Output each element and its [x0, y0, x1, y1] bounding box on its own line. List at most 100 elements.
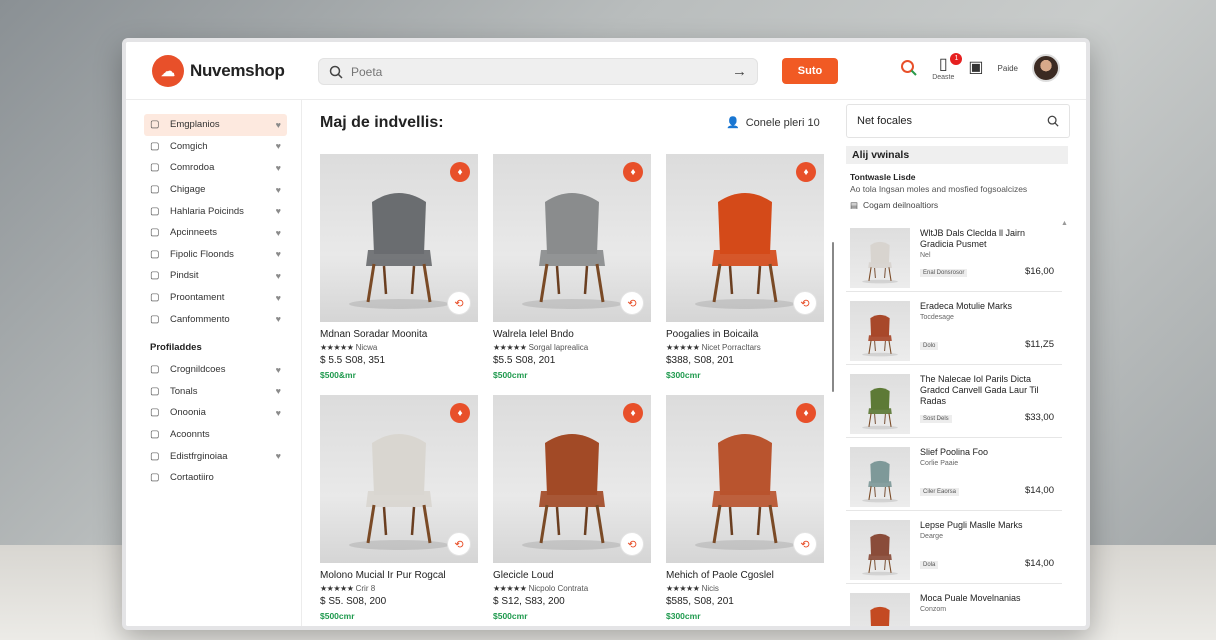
related-product-thumb[interactable] — [850, 520, 910, 580]
related-product[interactable]: Slief Poolina Foo Corlie Paaie Ciler Eao… — [846, 443, 1062, 511]
product-name[interactable]: Mehich of Paole Cgoslel — [666, 570, 824, 581]
search-bar[interactable]: → — [318, 58, 758, 85]
sidebar-item[interactable]: ▢ Onoonia ♥ — [144, 402, 287, 424]
product-card[interactable]: ♦ ⟲ Glecicle Loud ★★★★★ Nicpolo Contrata… — [493, 395, 651, 621]
sort-control[interactable]: 👤 Conele pleri 10 — [726, 116, 820, 130]
related-product-thumb[interactable] — [850, 301, 910, 361]
filter-search[interactable] — [846, 104, 1070, 138]
sidebar-item[interactable]: ▢ Fipolic Floonds ♥ — [144, 244, 287, 266]
sidebar-item[interactable]: ▢ Chigage ♥ — [144, 179, 287, 201]
brand-name: Nuvemshop — [190, 61, 285, 80]
product-image[interactable]: ♦ ⟲ — [320, 395, 478, 563]
related-product-thumb[interactable] — [850, 447, 910, 507]
related-product-thumb[interactable] — [850, 374, 910, 434]
heart-icon[interactable]: ♥ — [276, 141, 281, 151]
filter-search-input[interactable] — [857, 115, 1047, 127]
sidebar-item[interactable]: ▢ Proontament ♥ — [144, 287, 287, 309]
ar-view-icon[interactable]: ⟲ — [447, 291, 471, 315]
related-product[interactable]: The Nalecae Iol Parils Dicta Gradcd Canv… — [846, 370, 1062, 438]
favorite-icon[interactable]: ♦ — [623, 162, 643, 182]
related-product-thumb[interactable] — [850, 593, 910, 626]
heart-icon[interactable]: ♥ — [276, 206, 281, 216]
favorite-icon[interactable]: ♦ — [796, 403, 816, 423]
heart-icon[interactable]: ♥ — [276, 314, 281, 324]
product-image[interactable]: ♦ ⟲ — [320, 154, 478, 322]
heart-icon[interactable]: ♥ — [276, 293, 281, 303]
scroll-up-icon[interactable]: ▲ — [1061, 220, 1068, 227]
heart-icon[interactable]: ♥ — [276, 386, 281, 396]
favorite-icon[interactable]: ♦ — [623, 403, 643, 423]
sidebar-item[interactable]: ▢ Emgplanios ♥ — [144, 114, 287, 136]
product-image[interactable]: ♦ ⟲ — [493, 395, 651, 563]
product-name[interactable]: Molono Mucial Ir Pur Rogcal — [320, 570, 478, 581]
product-card[interactable]: ♦ ⟲ Walrela Ielel Bndo ★★★★★ Sorgal lapr… — [493, 154, 651, 380]
heart-icon[interactable]: ♥ — [276, 249, 281, 259]
right-panel-link[interactable]: ▤ Cogam deilnoaltiors — [850, 200, 938, 211]
arrow-right-icon[interactable]: → — [732, 63, 747, 80]
sidebar-item[interactable]: ▢ Hahlaria Poicinds ♥ — [144, 200, 287, 222]
related-product-title[interactable]: Lepse Pugli Maslle Marks — [920, 520, 1058, 531]
related-product-title[interactable]: The Nalecae Iol Parils Dicta Gradcd Canv… — [920, 374, 1058, 407]
sidebar-item[interactable]: ▢ Comrodoa ♥ — [144, 157, 287, 179]
product-card[interactable]: ♦ ⟲ Poogalies in Boicaila ★★★★★ Nicet Po… — [666, 154, 824, 380]
favorite-icon[interactable]: ♦ — [796, 162, 816, 182]
product-name[interactable]: Glecicle Loud — [493, 570, 651, 581]
header-cta-button[interactable]: Suto — [782, 58, 838, 84]
related-product-title[interactable]: WltJB Dals Cleclda ll Jairn Gradicia Pus… — [920, 228, 1058, 250]
product-image[interactable]: ♦ ⟲ — [493, 154, 651, 322]
heart-icon[interactable]: ♥ — [276, 120, 281, 130]
related-product-thumb[interactable] — [850, 228, 910, 288]
ar-view-icon[interactable]: ⟲ — [793, 291, 817, 315]
cart-action[interactable]: ▣ — [968, 59, 983, 77]
product-name[interactable]: Poogalies in Boicaila — [666, 329, 824, 340]
ar-view-icon[interactable]: ⟲ — [793, 532, 817, 556]
related-product[interactable]: WltJB Dals Cleclda ll Jairn Gradicia Pus… — [846, 224, 1062, 292]
ar-view-icon[interactable]: ⟲ — [620, 291, 644, 315]
heart-icon[interactable]: ♥ — [276, 163, 281, 173]
rating-note: Nicpolo Contrata — [528, 584, 589, 593]
sidebar-item[interactable]: ▢ Cortaotiiro — [144, 467, 287, 489]
heart-icon[interactable]: ♥ — [276, 451, 281, 461]
sidebar-item[interactable]: ▢ Comgich ♥ — [144, 136, 287, 158]
product-image[interactable]: ♦ ⟲ — [666, 395, 824, 563]
chair-illustration — [862, 387, 898, 430]
sort-label: Conele pleri 10 — [745, 116, 820, 129]
sidebar-item[interactable]: ▢ Acoonnts — [144, 424, 287, 446]
sidebar-item[interactable]: ▢ Tonals ♥ — [144, 381, 287, 403]
related-product[interactable]: Lepse Pugli Maslle Marks Dearge Dola $14… — [846, 516, 1062, 584]
heart-icon[interactable]: ♥ — [276, 365, 281, 375]
search-input[interactable] — [351, 64, 724, 79]
search-action[interactable] — [900, 59, 918, 77]
related-product[interactable]: Eradeca Motulie Marks Tocdesage Dolo $11… — [846, 297, 1062, 365]
account-label[interactable]: Paide — [998, 64, 1018, 73]
heart-icon[interactable]: ♥ — [276, 228, 281, 238]
product-image[interactable]: ♦ ⟲ — [666, 154, 824, 322]
related-product-title[interactable]: Eradeca Motulie Marks — [920, 301, 1058, 312]
brand-logo[interactable]: ☁ Nuvemshop — [152, 55, 285, 87]
product-card[interactable]: ♦ ⟲ Mehich of Paole Cgoslel ★★★★★ Nicis … — [666, 395, 824, 621]
megaphone-icon: ▢ — [150, 429, 160, 441]
heart-icon[interactable]: ♥ — [276, 408, 281, 418]
product-card[interactable]: ♦ ⟲ Molono Mucial Ir Pur Rogcal ★★★★★ Cr… — [320, 395, 478, 621]
avatar[interactable] — [1032, 54, 1060, 82]
related-product[interactable]: Moca Puale Movelnanias Conzom — [846, 589, 1062, 626]
heart-icon[interactable]: ♥ — [276, 271, 281, 281]
sidebar-item[interactable]: ▢ Crognildcoes ♥ — [144, 359, 287, 381]
heart-icon[interactable]: ♥ — [276, 185, 281, 195]
chair-illustration — [870, 606, 890, 626]
grid-scrollbar[interactable] — [832, 242, 834, 392]
device-action[interactable]: ▯ Deaste 1 — [932, 52, 963, 81]
product-card[interactable]: ♦ ⟲ Mdnan Soradar Moonita ★★★★★ Nicwa $ … — [320, 154, 478, 380]
sidebar-item[interactable]: ▢ Edistfrginoiaa ♥ — [144, 445, 287, 467]
related-product-title[interactable]: Moca Puale Movelnanias — [920, 593, 1058, 604]
product-name[interactable]: Mdnan Soradar Moonita — [320, 329, 478, 340]
favorite-icon[interactable]: ♦ — [450, 162, 470, 182]
sidebar-item[interactable]: ▢ Pindsit ♥ — [144, 265, 287, 287]
sidebar-item[interactable]: ▢ Canfommento ♥ — [144, 308, 287, 330]
sidebar-item[interactable]: ▢ Apcinneets ♥ — [144, 222, 287, 244]
favorite-icon[interactable]: ♦ — [450, 403, 470, 423]
ar-view-icon[interactable]: ⟲ — [447, 532, 471, 556]
product-name[interactable]: Walrela Ielel Bndo — [493, 329, 651, 340]
related-product-title[interactable]: Slief Poolina Foo — [920, 447, 1058, 458]
ar-view-icon[interactable]: ⟲ — [620, 532, 644, 556]
